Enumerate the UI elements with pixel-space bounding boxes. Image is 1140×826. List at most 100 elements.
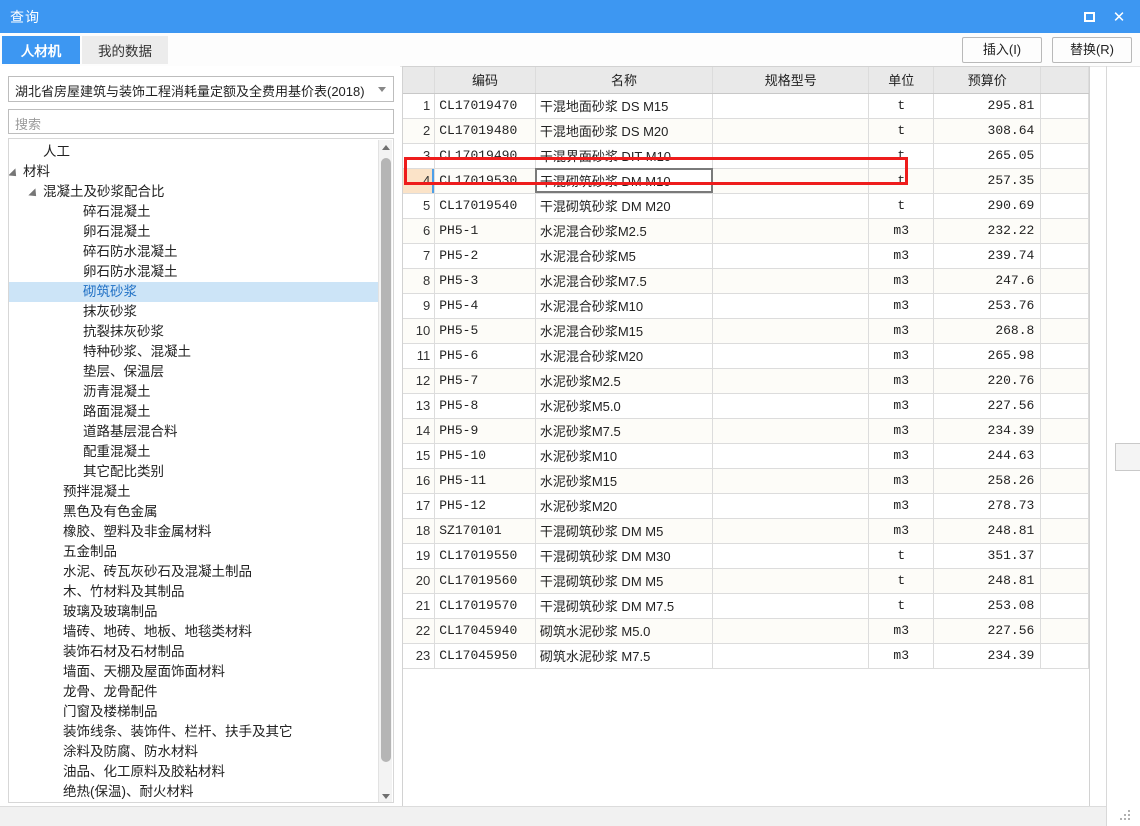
- replace-button[interactable]: 替换(R): [1052, 37, 1132, 63]
- tree-item[interactable]: 龙骨、龙骨配件: [9, 682, 379, 702]
- tree-item[interactable]: 水泥、砖瓦灰砂石及混凝土制品: [9, 562, 379, 582]
- cell-name[interactable]: 砌筑水泥砂浆 M5.0: [535, 618, 714, 644]
- cell-spec[interactable]: [712, 118, 870, 144]
- tree-item[interactable]: 道路基层混合料: [9, 422, 379, 442]
- cell-name[interactable]: 干混砌筑砂浆 DM M20: [535, 193, 714, 219]
- cell-name[interactable]: 水泥砂浆M5.0: [535, 393, 714, 419]
- cell-code[interactable]: CL17019560: [434, 568, 536, 594]
- cell-spec[interactable]: [712, 343, 870, 369]
- cell-name[interactable]: 砌筑水泥砂浆 M7.5: [535, 643, 714, 669]
- cell-unit[interactable]: m3: [868, 243, 935, 269]
- cell-unit[interactable]: m3: [868, 418, 935, 444]
- tree-item[interactable]: 装饰石材及石材制品: [9, 642, 379, 662]
- cell-price[interactable]: 248.81: [933, 518, 1042, 544]
- cell-unit[interactable]: t: [868, 543, 935, 569]
- cell-unit[interactable]: m3: [868, 293, 935, 319]
- table-row[interactable]: 3 CL17019490 干混界面砂浆 DIT M10 t 265.05: [403, 143, 1089, 169]
- cell-name[interactable]: 水泥砂浆M7.5: [535, 418, 714, 444]
- cell-name[interactable]: 干混砌筑砂浆 DM M5: [535, 518, 714, 544]
- cell-name[interactable]: 水泥混合砂浆M2.5: [535, 218, 714, 244]
- insert-button[interactable]: 插入(I): [962, 37, 1042, 63]
- tree-expander-icon[interactable]: [9, 162, 23, 182]
- search-input[interactable]: 搜索: [8, 109, 394, 134]
- cell-code[interactable]: PH5-10: [434, 443, 536, 469]
- tree-item[interactable]: 油品、化工原料及胶粘材料: [9, 762, 379, 782]
- cell-unit[interactable]: m3: [868, 343, 935, 369]
- cell-code[interactable]: CL17019470: [434, 93, 536, 119]
- cell-code[interactable]: PH5-3: [434, 268, 536, 294]
- chevron-down-icon[interactable]: [378, 87, 386, 92]
- cell-price[interactable]: 351.37: [933, 543, 1042, 569]
- cell-name[interactable]: 干混砌筑砂浆 DM M7.5: [535, 593, 714, 619]
- cell-unit[interactable]: t: [868, 168, 935, 194]
- table-row[interactable]: 1 CL17019470 干混地面砂浆 DS M15 t 295.81: [403, 93, 1089, 119]
- cell-name[interactable]: 水泥混合砂浆M10: [535, 293, 714, 319]
- cell-price[interactable]: 227.56: [933, 618, 1042, 644]
- scroll-up-icon[interactable]: [379, 140, 393, 154]
- cell-spec[interactable]: [712, 143, 870, 169]
- row-number[interactable]: 13: [403, 393, 436, 419]
- row-number[interactable]: 6: [403, 218, 436, 244]
- table-row[interactable]: 21 CL17019570 干混砌筑砂浆 DM M7.5 t 253.08: [403, 593, 1089, 619]
- cell-spec[interactable]: [712, 218, 870, 244]
- cell-spec[interactable]: [712, 543, 870, 569]
- row-number[interactable]: 7: [403, 243, 436, 269]
- tree-item[interactable]: 涂料及防腐、防水材料: [9, 742, 379, 762]
- table-row[interactable]: 12 PH5-7 水泥砂浆M2.5 m3 220.76: [403, 368, 1089, 394]
- tree-item[interactable]: 碎石混凝土: [9, 202, 379, 222]
- row-number[interactable]: 11: [403, 343, 436, 369]
- cell-price[interactable]: 248.81: [933, 568, 1042, 594]
- cell-spec[interactable]: [712, 168, 870, 194]
- tree-item[interactable]: 卵石混凝土: [9, 222, 379, 242]
- table-row[interactable]: 2 CL17019480 干混地面砂浆 DS M20 t 308.64: [403, 118, 1089, 144]
- column-header-name[interactable]: 名称: [535, 67, 714, 94]
- cell-spec[interactable]: [712, 193, 870, 219]
- cell-name[interactable]: 干混砌筑砂浆 DM M10: [535, 168, 714, 194]
- scroll-down-icon[interactable]: [379, 789, 393, 802]
- cell-code[interactable]: PH5-8: [434, 393, 536, 419]
- row-number[interactable]: 17: [403, 493, 436, 519]
- column-header-index[interactable]: [403, 67, 436, 94]
- cell-code[interactable]: CL17019490: [434, 143, 536, 169]
- cell-code[interactable]: PH5-11: [434, 468, 536, 494]
- cell-spec[interactable]: [712, 618, 870, 644]
- tab-my-data[interactable]: 我的数据: [82, 36, 168, 64]
- table-row[interactable]: 4 CL17019530 干混砌筑砂浆 DM M10 t 257.35: [403, 168, 1089, 194]
- table-row[interactable]: 19 CL17019550 干混砌筑砂浆 DM M30 t 351.37: [403, 543, 1089, 569]
- cell-code[interactable]: PH5-1: [434, 218, 536, 244]
- table-row[interactable]: 7 PH5-2 水泥混合砂浆M5 m3 239.74: [403, 243, 1089, 269]
- cell-name[interactable]: 干混界面砂浆 DIT M10: [535, 143, 714, 169]
- table-row[interactable]: 17 PH5-12 水泥砂浆M20 m3 278.73: [403, 493, 1089, 519]
- cell-spec[interactable]: [712, 468, 870, 494]
- cell-spec[interactable]: [712, 418, 870, 444]
- row-number[interactable]: 16: [403, 468, 436, 494]
- maximize-icon[interactable]: [1074, 0, 1104, 33]
- cell-name[interactable]: 水泥砂浆M20: [535, 493, 714, 519]
- row-number[interactable]: 19: [403, 543, 436, 569]
- cell-name[interactable]: 水泥砂浆M2.5: [535, 368, 714, 394]
- cell-spec[interactable]: [712, 643, 870, 669]
- tree-item[interactable]: 墙面、天棚及屋面饰面材料: [9, 662, 379, 682]
- column-header-code[interactable]: 编码: [434, 67, 536, 94]
- resize-grip[interactable]: [1120, 810, 1132, 822]
- cell-spec[interactable]: [712, 393, 870, 419]
- tree-item[interactable]: 路面混凝土: [9, 402, 379, 422]
- row-number[interactable]: 4: [403, 168, 436, 194]
- cell-unit[interactable]: t: [868, 93, 935, 119]
- cell-code[interactable]: PH5-2: [434, 243, 536, 269]
- cell-spec[interactable]: [712, 243, 870, 269]
- cell-name[interactable]: 干混砌筑砂浆 DM M30: [535, 543, 714, 569]
- tree-item[interactable]: 黑色及有色金属: [9, 502, 379, 522]
- row-number[interactable]: 22: [403, 618, 436, 644]
- table-row[interactable]: 9 PH5-4 水泥混合砂浆M10 m3 253.76: [403, 293, 1089, 319]
- tree-item[interactable]: 特种砂浆、混凝土: [9, 342, 379, 362]
- cell-name[interactable]: 干混地面砂浆 DS M20: [535, 118, 714, 144]
- cell-code[interactable]: PH5-6: [434, 343, 536, 369]
- row-number[interactable]: 8: [403, 268, 436, 294]
- cell-name[interactable]: 水泥混合砂浆M15: [535, 318, 714, 344]
- close-icon[interactable]: ✕: [1104, 0, 1134, 33]
- cell-unit[interactable]: m3: [868, 393, 935, 419]
- cell-price[interactable]: 220.76: [933, 368, 1042, 394]
- cell-price[interactable]: 247.6: [933, 268, 1042, 294]
- cell-unit[interactable]: t: [868, 568, 935, 594]
